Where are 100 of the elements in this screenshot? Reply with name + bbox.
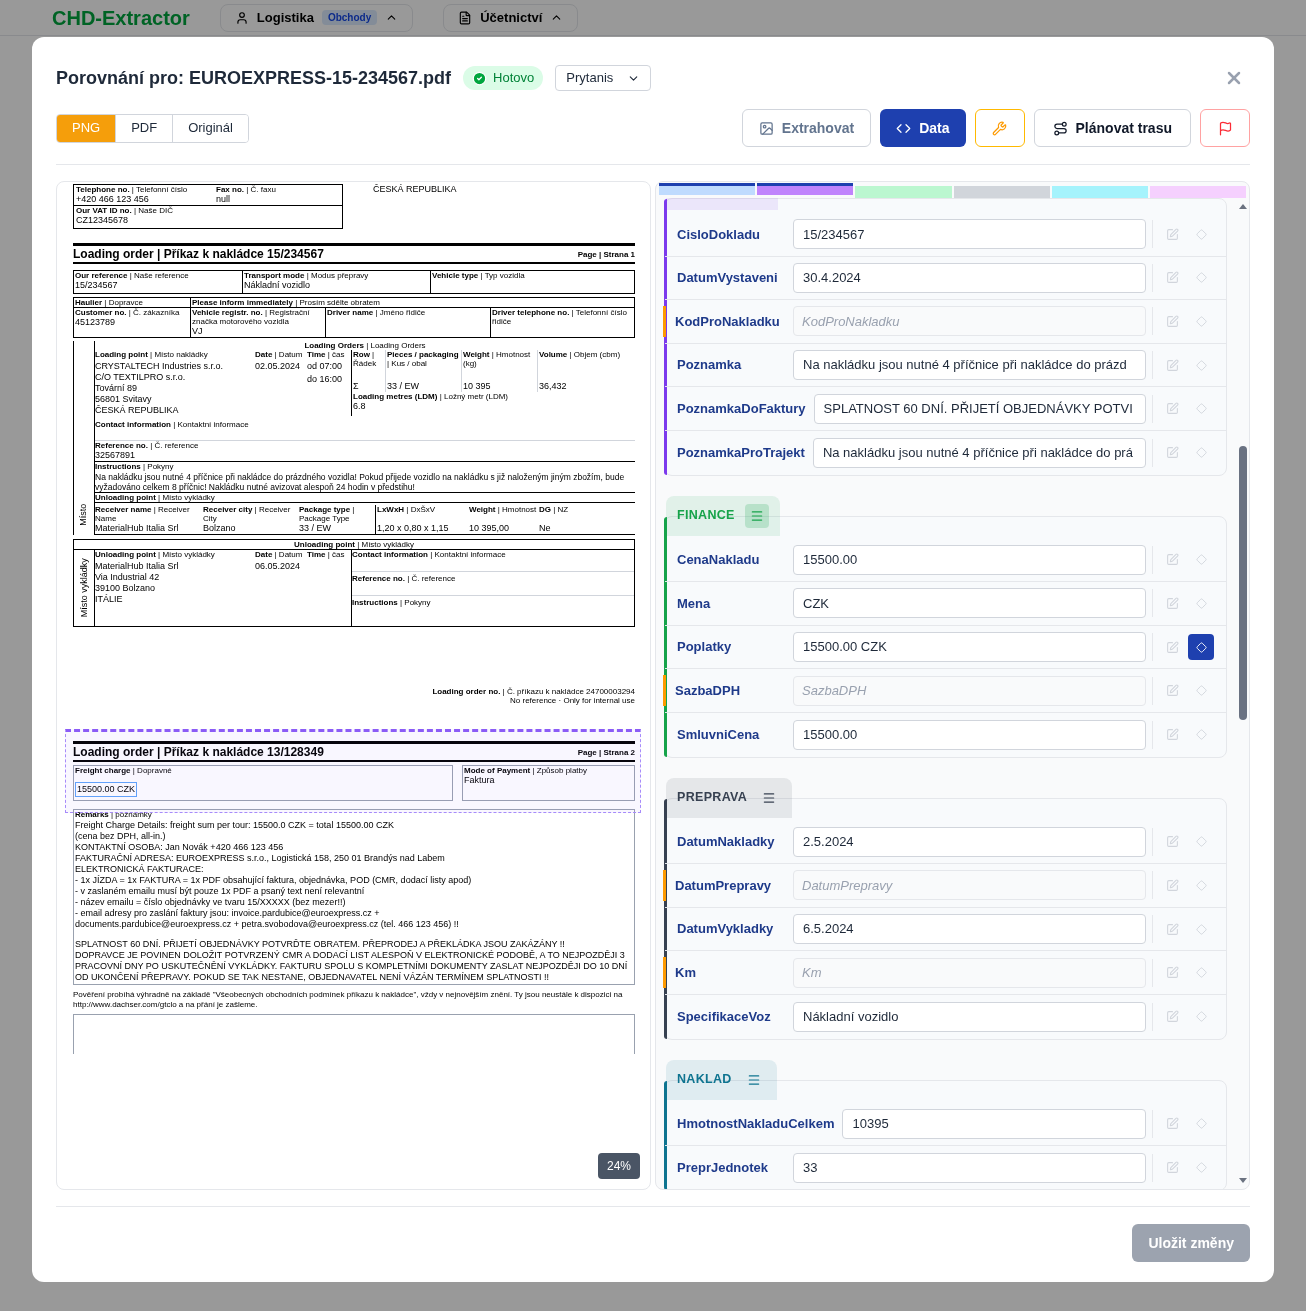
edit-icon [1165,358,1179,372]
doc-label: Row | Řádek [353,350,378,368]
doc-text: 10 395 [463,381,492,392]
doc-text: 32567891 [95,450,137,461]
doc-text: 36,432 [539,381,568,392]
flag-button[interactable] [1200,109,1250,147]
diamond-icon [1195,1011,1207,1023]
diamond-icon [1195,641,1207,653]
doc-label: Please inform immediately | Prosím sdělte obratem [192,298,381,307]
data-button[interactable]: Data [880,109,966,147]
tool-button[interactable] [974,109,1025,147]
field-label: SpecifikaceVoz [676,1007,772,1026]
nav-item[interactable]: Účetnictví [443,3,579,32]
input-field[interactable]: 33 [793,1152,1146,1183]
doc-page-number: Page | Strana 1 [577,249,635,261]
nav-item[interactable]: Logistika Obchody [219,3,414,32]
scroll-down-icon [1239,1178,1247,1183]
image-icon [758,120,774,136]
field-label: DatumNakladky [676,833,776,852]
doc-label: Unloading point | Místo vykládky [95,493,216,502]
doc-text: 45123789 [75,317,117,328]
doc-label: Mode of Payment | Způsob platby [464,766,588,775]
doc-label: Loading point | Místo nakládky [95,350,209,359]
doc-label: Date | Datum [255,550,304,559]
doc-title: Loading order | Příkaz k nakládce 15/234567 [73,247,324,261]
input-field[interactable]: Nákladní vozidlo [793,1001,1146,1032]
plan-route-button[interactable]: Plánovat trasu [1033,109,1191,147]
extract-button[interactable]: Extrahovat [741,109,872,147]
diamond-icon [1195,359,1207,371]
doc-label: Transport mode | Modus přepravy [244,271,370,280]
input-field[interactable]: 2.5.2024 [793,826,1146,857]
doc-text: VJ [192,326,204,337]
input-field[interactable]: 10395 [842,1108,1146,1139]
edit-icon [1165,271,1179,285]
doc-label: Volume | Objem (cbm) [539,350,622,359]
diamond-icon [1195,403,1207,415]
doc-text: CZ12345678 [76,215,130,226]
doc-text: CRYSTALTECH Industries s.r.o. [95,361,225,372]
edit-icon [1165,1161,1179,1175]
edit-icon [1165,402,1179,416]
section-tab[interactable]: NAKLAD [666,1059,777,1100]
doc-text: +420 466 123 456 [76,194,150,205]
doc-text: ČESKÁ REPUBLIKA [95,405,180,416]
diamond-icon [1195,228,1207,240]
field-label: HmotnostNakladuCelkem [676,1115,836,1134]
doc-paragraph: - email adresy pro zaslání faktury jsou: invoice.pardubice@euroexpress.cz + [75,908,381,919]
doc-text: 39100 Bolzano [95,583,157,594]
nav-label: Logistika [256,8,314,27]
zoom-level: 24% [597,1153,640,1179]
section-indicator[interactable] [757,183,854,195]
dialog-title: Porovnání pro: EUROEXPRESS-15-234567.pdf [56,66,452,90]
input-field[interactable]: 15/234567 [793,219,1146,250]
flag-icon [1217,120,1233,136]
scroll-up-icon [1239,204,1247,209]
model-select[interactable]: Prytanis [555,65,652,91]
diamond-icon [1195,272,1207,284]
missing-marker [663,957,666,988]
doc-text: 06.05.2024 [255,561,302,572]
doc-label: Freight charge | Dopravné [75,766,173,775]
edit-icon [1165,596,1179,610]
doc-label: Receiver name | Receiver Name [95,505,191,523]
highlighted-value: 15500.00 CZK [75,782,138,797]
doc-label: Instructions | Pokyny [95,462,175,471]
input-field[interactable]: CZK [793,588,1146,619]
input-field[interactable]: 30.4.2024 [793,262,1146,293]
view-tab[interactable]: Originál [172,114,248,142]
input-field[interactable]: 15500.00 [793,719,1146,750]
doc-text: Bolzano [203,523,237,534]
field-label: SmluvniCena [676,726,761,744]
edit-icon [1165,315,1179,328]
doc-paragraph: - název emailu = číslo objednávky ve tvaru 15/XXXXX (bez mezer!!) [75,897,347,908]
doc-text: Ne [539,523,552,534]
missing-marker [663,675,666,706]
doc-paragraph: documents.pardubice@euroexpress.cz + petra.svobodova@euroexpress.cz (tel. 466 123 456) !! [75,919,460,930]
doc-label: Pieces / packaging | Kus / obal [387,350,460,368]
doc-paragraph: FAKTURAČNÍ ADRESA: EUROEXPRESS s.r.o., Logistická 158, 250 01 Brandýs nad Labem [75,853,446,864]
doc-label: Unloading point | Místo vykládky [294,540,414,549]
doc-paragraph: ELEKTRONICKÁ FAKTURACE: [75,864,205,875]
doc-text: null [216,194,231,205]
doc-label: Customer no. | Č. zákazníka [75,308,181,317]
doc-label: Contact information | Kontaktní informace [95,420,250,429]
doc-paragraph: KONTAKTNÍ OSOBA: Jan Novák +420 466 123 456 [75,842,285,853]
doc-label: Our VAT ID no. | Naše DIČ [76,206,174,215]
doc-text: C/O TEXTILPRO s.r.o. [95,372,187,383]
wrench-icon [992,120,1007,136]
input-field[interactable]: 6.5.2024 [793,914,1146,944]
input-field[interactable]: 15500.00 [793,544,1146,575]
document-icon [458,10,473,25]
scroll-thumb[interactable] [1239,446,1247,720]
input-field[interactable]: Na nakládku jsou nutné 4 příčnice při nakládce do prázd [793,350,1146,381]
section-tab[interactable]: PREPRAVA [666,777,793,818]
input-field[interactable]: SPLATNOST 60 DNÍ. PŘIJETÍ OBJEDNÁVKY POTVI [813,393,1146,424]
locate-button[interactable] [1188,634,1214,661]
route-icon [1052,120,1068,136]
section-indicator[interactable] [659,183,756,195]
doc-label: Reference no. | Č. reference [95,441,200,450]
edit-icon [1165,446,1179,460]
input-field[interactable]: 15500.00 CZK [793,632,1146,663]
menu-icon[interactable] [744,503,769,528]
input-field[interactable]: Na nakládku jsou nutné 4 příčnice při nakládce do prá [812,437,1146,468]
